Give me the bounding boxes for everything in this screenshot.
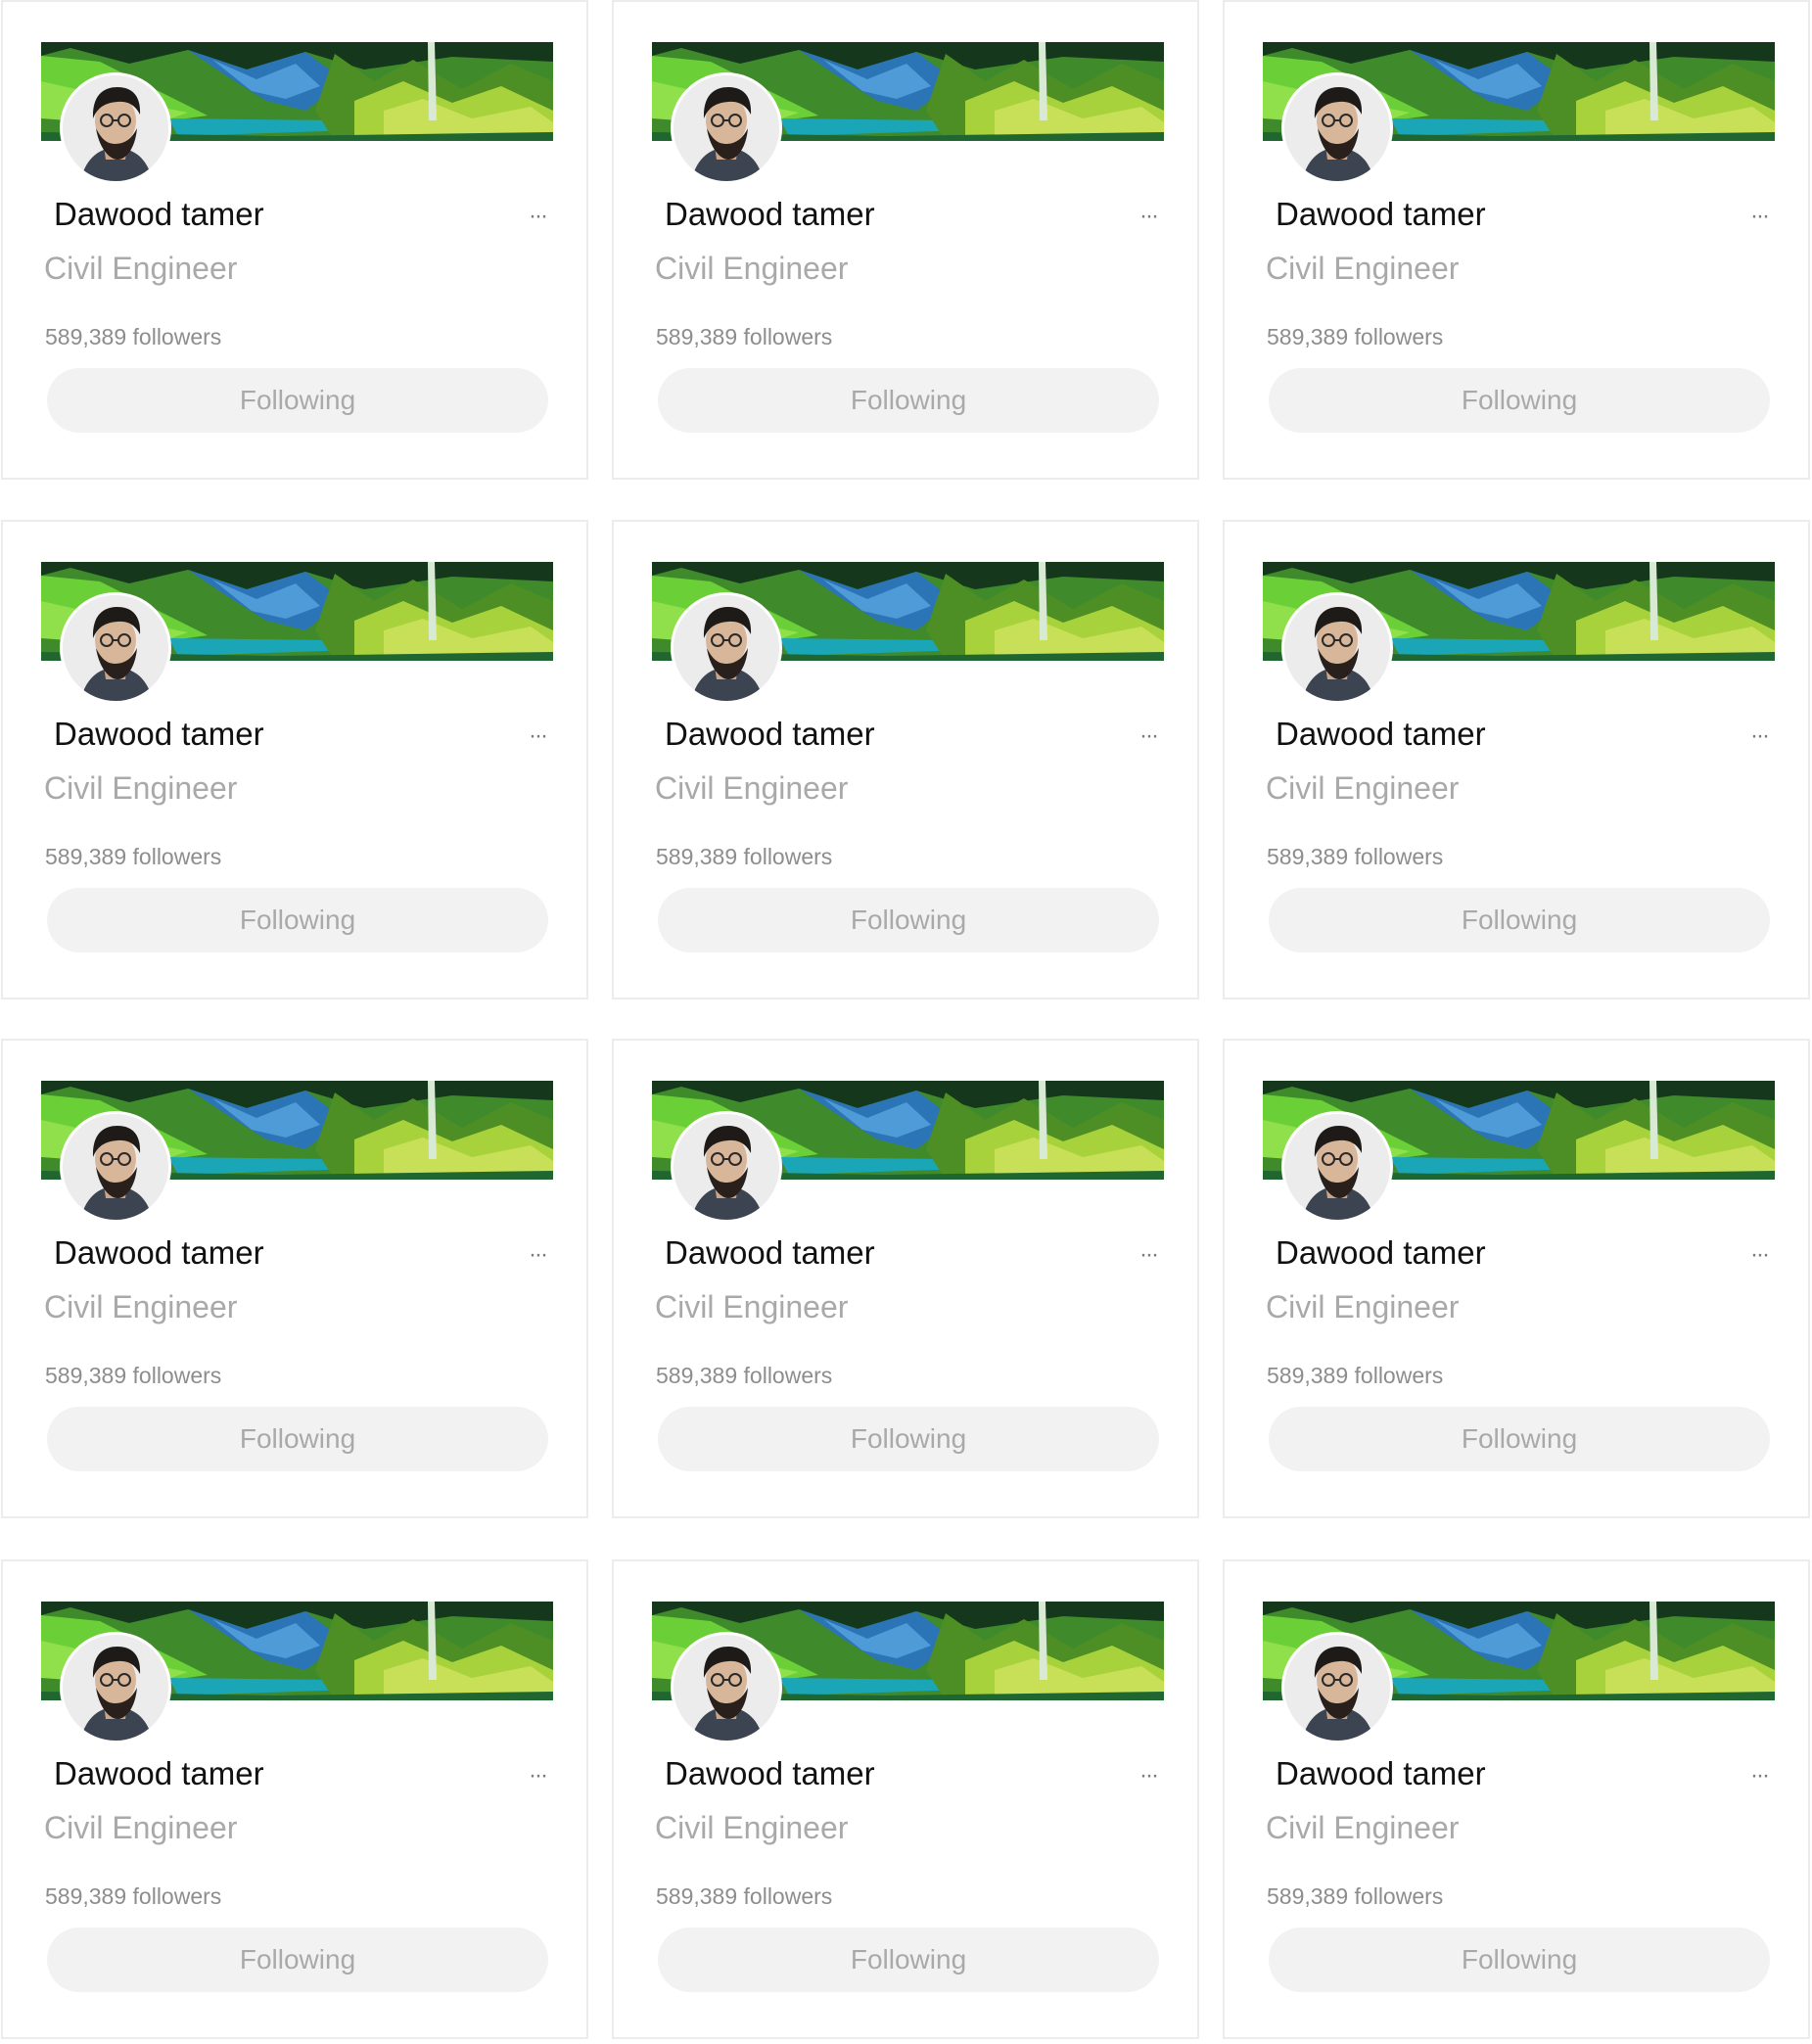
followers-count: 589,389 followers xyxy=(45,324,222,349)
more-options-icon[interactable]: ··· xyxy=(524,1764,551,1788)
avatar[interactable] xyxy=(671,1632,782,1743)
following-button[interactable]: Following xyxy=(658,1928,1159,1992)
followers-count: 589,389 followers xyxy=(656,324,833,349)
profile-photo-icon xyxy=(63,1635,168,1741)
profile-card-8: Dawood tamer ··· Civil Engineer 589,389 … xyxy=(612,1039,1199,1518)
followers-count: 589,389 followers xyxy=(1267,1883,1444,1909)
followers-count: 589,389 followers xyxy=(45,844,222,869)
more-options-icon[interactable]: ··· xyxy=(1135,1243,1162,1267)
profile-photo-icon xyxy=(674,75,779,181)
profile-card-2: Dawood tamer ··· Civil Engineer 589,389 … xyxy=(612,0,1199,480)
profile-name[interactable]: Dawood tamer xyxy=(54,1752,264,1795)
following-button[interactable]: Following xyxy=(1269,368,1770,433)
profile-name[interactable]: Dawood tamer xyxy=(1276,1231,1486,1275)
profile-name[interactable]: Dawood tamer xyxy=(1276,1752,1486,1795)
profile-name[interactable]: Dawood tamer xyxy=(1276,713,1486,756)
profile-title: Civil Engineer xyxy=(1266,1810,1460,1845)
profile-name[interactable]: Dawood tamer xyxy=(665,713,875,756)
more-options-icon[interactable]: ··· xyxy=(524,205,551,228)
avatar[interactable] xyxy=(1281,1632,1393,1743)
more-options-icon[interactable]: ··· xyxy=(1135,205,1162,228)
following-button[interactable]: Following xyxy=(658,888,1159,952)
more-options-icon[interactable]: ··· xyxy=(1745,1243,1773,1267)
profile-card-6: Dawood tamer ··· Civil Engineer 589,389 … xyxy=(1223,520,1810,999)
profile-title: Civil Engineer xyxy=(655,251,849,286)
profile-photo-icon xyxy=(1284,595,1390,701)
avatar[interactable] xyxy=(671,72,782,184)
following-button[interactable]: Following xyxy=(47,368,548,433)
followers-count: 589,389 followers xyxy=(45,1363,222,1388)
profile-card-1: Dawood tamer ··· Civil Engineer 589,389 … xyxy=(1,0,588,480)
followers-count: 589,389 followers xyxy=(656,1363,833,1388)
profile-title: Civil Engineer xyxy=(1266,770,1460,806)
profile-photo-icon xyxy=(63,595,168,701)
profile-card-11: Dawood tamer ··· Civil Engineer 589,389 … xyxy=(612,1559,1199,2039)
profile-photo-icon xyxy=(63,1114,168,1220)
profile-photo-icon xyxy=(63,75,168,181)
profile-photo-icon xyxy=(674,1114,779,1220)
more-options-icon[interactable]: ··· xyxy=(524,724,551,748)
profile-title: Civil Engineer xyxy=(44,1289,238,1324)
more-options-icon[interactable]: ··· xyxy=(1135,724,1162,748)
following-button[interactable]: Following xyxy=(1269,1407,1770,1471)
profile-title: Civil Engineer xyxy=(655,1810,849,1845)
following-button[interactable]: Following xyxy=(658,1407,1159,1471)
profile-title: Civil Engineer xyxy=(1266,1289,1460,1324)
followers-count: 589,389 followers xyxy=(1267,324,1444,349)
profile-name[interactable]: Dawood tamer xyxy=(54,713,264,756)
profile-card-3: Dawood tamer ··· Civil Engineer 589,389 … xyxy=(1223,0,1810,480)
profile-title: Civil Engineer xyxy=(655,1289,849,1324)
avatar[interactable] xyxy=(60,72,171,184)
profile-card-9: Dawood tamer ··· Civil Engineer 589,389 … xyxy=(1223,1039,1810,1518)
more-options-icon[interactable]: ··· xyxy=(524,1243,551,1267)
following-button[interactable]: Following xyxy=(47,888,548,952)
profile-name[interactable]: Dawood tamer xyxy=(665,1231,875,1275)
followers-count: 589,389 followers xyxy=(656,1883,833,1909)
avatar[interactable] xyxy=(671,592,782,704)
followers-count: 589,389 followers xyxy=(45,1883,222,1909)
avatar[interactable] xyxy=(60,1111,171,1223)
following-button[interactable]: Following xyxy=(47,1407,548,1471)
following-button[interactable]: Following xyxy=(658,368,1159,433)
more-options-icon[interactable]: ··· xyxy=(1135,1764,1162,1788)
followers-count: 589,389 followers xyxy=(1267,844,1444,869)
profile-card-7: Dawood tamer ··· Civil Engineer 589,389 … xyxy=(1,1039,588,1518)
profile-card-grid: Dawood tamer ··· Civil Engineer 589,389 … xyxy=(0,0,1812,2044)
profile-title: Civil Engineer xyxy=(44,251,238,286)
profile-title: Civil Engineer xyxy=(655,770,849,806)
profile-title: Civil Engineer xyxy=(44,770,238,806)
profile-photo-icon xyxy=(1284,1114,1390,1220)
more-options-icon[interactable]: ··· xyxy=(1745,1764,1773,1788)
avatar[interactable] xyxy=(1281,1111,1393,1223)
avatar[interactable] xyxy=(60,1632,171,1743)
followers-count: 589,389 followers xyxy=(1267,1363,1444,1388)
profile-photo-icon xyxy=(1284,1635,1390,1741)
profile-name[interactable]: Dawood tamer xyxy=(1276,193,1486,236)
profile-card-12: Dawood tamer ··· Civil Engineer 589,389 … xyxy=(1223,1559,1810,2039)
more-options-icon[interactable]: ··· xyxy=(1745,724,1773,748)
profile-card-4: Dawood tamer ··· Civil Engineer 589,389 … xyxy=(1,520,588,999)
followers-count: 589,389 followers xyxy=(656,844,833,869)
profile-card-10: Dawood tamer ··· Civil Engineer 589,389 … xyxy=(1,1559,588,2039)
avatar[interactable] xyxy=(60,592,171,704)
avatar[interactable] xyxy=(671,1111,782,1223)
profile-card-5: Dawood tamer ··· Civil Engineer 589,389 … xyxy=(612,520,1199,999)
profile-name[interactable]: Dawood tamer xyxy=(54,1231,264,1275)
avatar[interactable] xyxy=(1281,72,1393,184)
profile-photo-icon xyxy=(674,595,779,701)
profile-name[interactable]: Dawood tamer xyxy=(665,1752,875,1795)
profile-photo-icon xyxy=(674,1635,779,1741)
following-button[interactable]: Following xyxy=(47,1928,548,1992)
more-options-icon[interactable]: ··· xyxy=(1745,205,1773,228)
profile-title: Civil Engineer xyxy=(44,1810,238,1845)
profile-name[interactable]: Dawood tamer xyxy=(54,193,264,236)
following-button[interactable]: Following xyxy=(1269,1928,1770,1992)
profile-name[interactable]: Dawood tamer xyxy=(665,193,875,236)
profile-title: Civil Engineer xyxy=(1266,251,1460,286)
avatar[interactable] xyxy=(1281,592,1393,704)
profile-photo-icon xyxy=(1284,75,1390,181)
following-button[interactable]: Following xyxy=(1269,888,1770,952)
